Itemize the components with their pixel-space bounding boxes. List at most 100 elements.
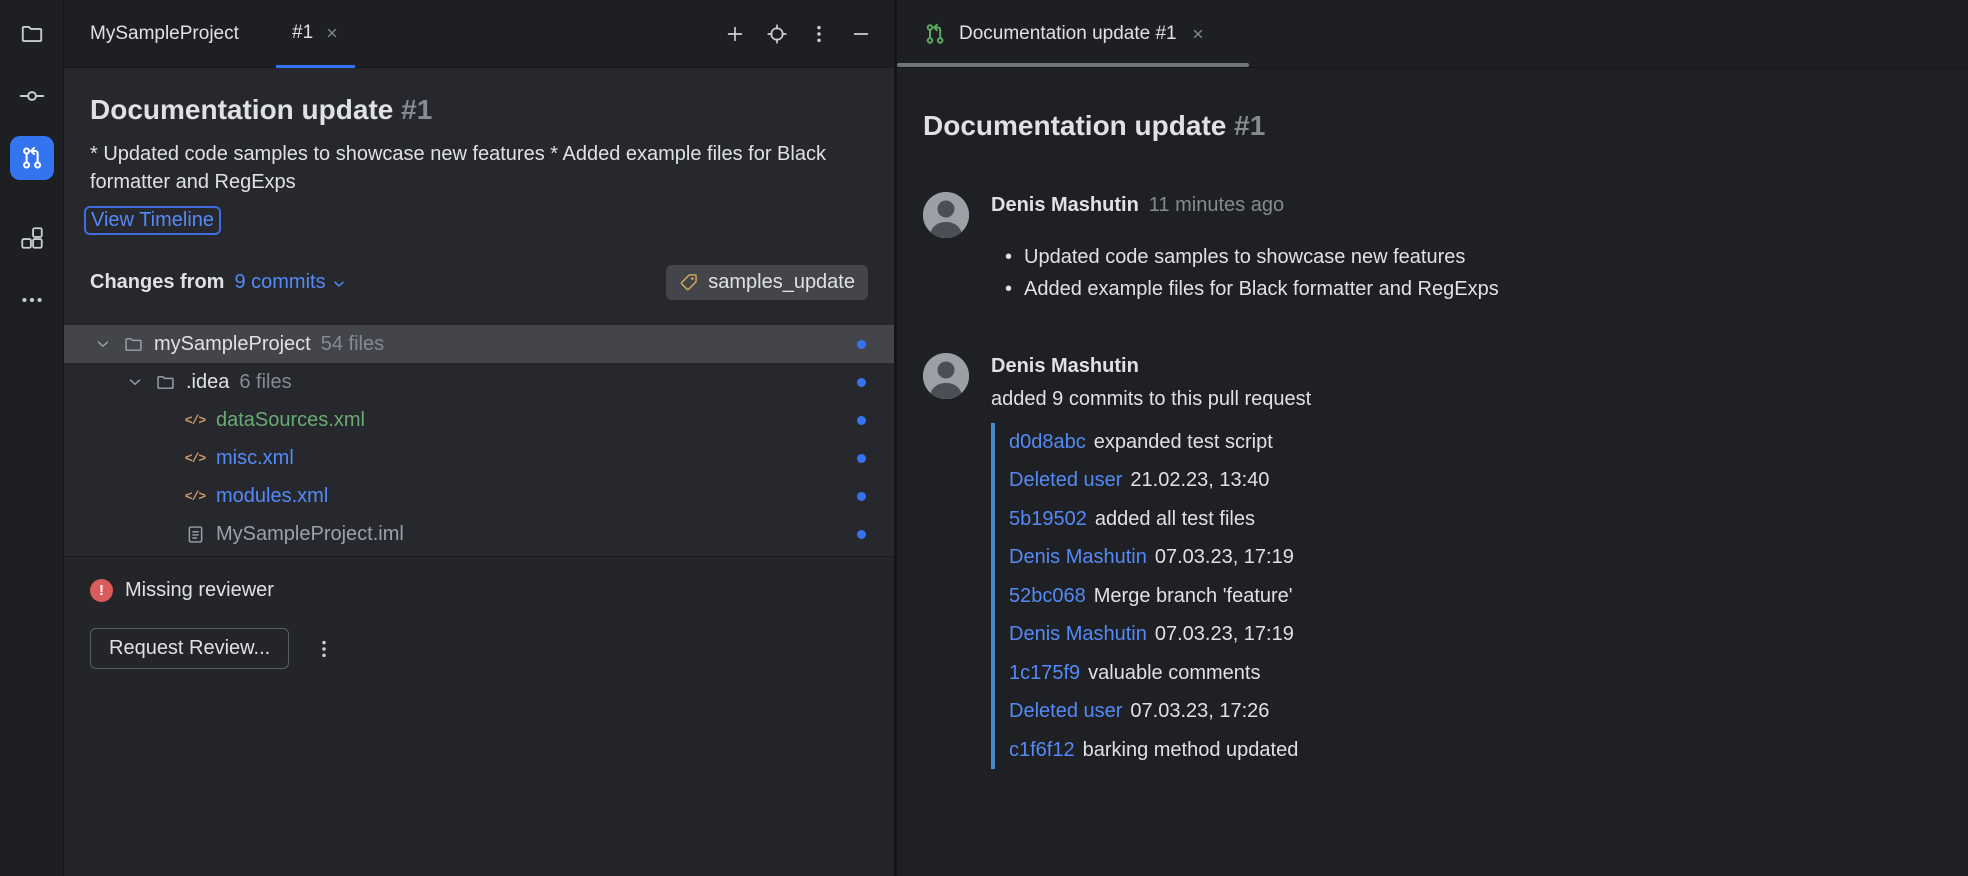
commit-author-link[interactable]: Deleted user (1009, 469, 1122, 491)
window-title: MySampleProject (90, 22, 239, 44)
tree-row[interactable]: </> misc.xml (64, 439, 894, 477)
commit-hash-link[interactable]: 1c175f9 (1009, 662, 1080, 684)
commit-date: 21.02.23, 13:40 (1130, 469, 1270, 491)
commit-list: d0d8abc expanded test script Deleted user… (991, 423, 1938, 769)
tree-row[interactable]: </> dataSources.xml (64, 401, 894, 439)
commit-entry: c1f6f12 barking method updated (1009, 731, 1938, 769)
commit-hash-link[interactable]: d0d8abc (1009, 431, 1086, 453)
post-action-text: added 9 commits to this pull request (991, 388, 1312, 410)
timeline-tab-title[interactable]: Documentation update #1 (959, 23, 1177, 45)
pull-request-panel: MySampleProject #1 Documentation update … (64, 0, 894, 876)
unviewed-dot-icon (857, 339, 866, 349)
tree-item-meta: 54 files (320, 332, 385, 355)
tree-item-label: misc.xml (216, 446, 294, 469)
target-icon[interactable] (764, 21, 790, 47)
tab-indicator (897, 63, 1249, 67)
post-head: Denis Mashutin (991, 353, 1938, 378)
commit-author-link[interactable]: Denis Mashutin (1009, 623, 1147, 645)
commit-entry: d0d8abc expanded test script Deleted user… (1009, 423, 1938, 499)
pr-title: Documentation update #1 (90, 92, 868, 128)
unviewed-dot-icon (857, 377, 866, 387)
xml-file-icon: </> (184, 488, 206, 504)
commits-dropdown[interactable]: 9 commits (234, 271, 346, 294)
commit-hash-link[interactable]: 5b19502 (1009, 508, 1087, 530)
tag-icon (679, 272, 699, 292)
post-head: Denis Mashutin 11 minutes ago (991, 192, 1938, 217)
file-icon (184, 524, 206, 545)
tree-item-label: MySampleProject.iml (216, 522, 404, 545)
commit-date: 07.03.23, 17:19 (1154, 623, 1294, 645)
request-review-button[interactable]: Request Review... (90, 628, 290, 669)
list-item: • Added example files for Black formatte… (1005, 273, 1938, 305)
timeline-post: Denis Mashutin added 9 commits to this p… (923, 353, 1938, 770)
commits-dropdown-label: 9 commits (234, 270, 326, 293)
commit-line: c1f6f12 barking method updated (1009, 731, 1938, 769)
commit-hash-link[interactable]: 52bc068 (1009, 585, 1086, 607)
bullet-text: Updated code samples to showcase new fea… (1024, 246, 1466, 268)
commit-message: valuable comments (1088, 662, 1261, 684)
tree-row[interactable]: MySampleProject.iml (64, 515, 894, 553)
commit-author-link[interactable]: Denis Mashutin (1009, 546, 1147, 568)
commit-hash-link[interactable]: c1f6f12 (1009, 739, 1075, 761)
commit-meta-line: Denis Mashutin 07.03.23, 17:19 (1009, 538, 1938, 576)
avatar (923, 192, 969, 238)
chevron-down-icon[interactable] (94, 335, 112, 353)
changes-row: Changes from 9 commits samples_update (90, 263, 868, 301)
timeline-heading: Documentation update #1 (923, 108, 1938, 144)
unviewed-dot-icon (857, 453, 866, 463)
tab-pr-1[interactable]: #1 (276, 0, 356, 68)
tree-row[interactable]: </> modules.xml (64, 477, 894, 515)
commit-line: 1c175f9 valuable comments (1009, 654, 1938, 692)
unviewed-dot-icon (857, 491, 866, 501)
timeline-panel: Documentation update #1 Documentation up… (897, 0, 1968, 876)
kebab-icon[interactable] (806, 21, 832, 47)
post-body: Denis Mashutin added 9 commits to this p… (991, 353, 1938, 770)
commit-entry: 52bc068 Merge branch 'feature' Denis Mash… (1009, 577, 1938, 653)
structure-icon[interactable] (10, 216, 54, 260)
pr-details: Documentation update #1 * Updated code s… (64, 68, 894, 556)
tree-item-meta: 6 files (239, 370, 292, 393)
pr-title-text: Documentation update (90, 94, 394, 125)
commit-line: 52bc068 Merge branch 'feature' (1009, 577, 1938, 615)
commit-meta-line: Deleted user 21.02.23, 13:40 (1009, 461, 1938, 499)
ide-window: MySampleProject #1 Documentation update … (0, 0, 1968, 876)
tree-item-label: modules.xml (216, 484, 329, 507)
commit-message: barking method updated (1082, 739, 1299, 761)
commit-entry: 1c175f9 valuable comments Deleted user 07.… (1009, 654, 1938, 730)
tab-label: #1 (292, 21, 314, 43)
minimize-icon[interactable] (848, 21, 874, 47)
close-icon[interactable] (1191, 27, 1205, 41)
changes-tree: mySampleProject 54 files .idea 6 files <… (64, 325, 894, 553)
commit-meta-line: Denis Mashutin 07.03.23, 17:19 (1009, 615, 1938, 653)
xml-file-icon: </> (184, 450, 206, 466)
timeline-tabbar: Documentation update #1 (897, 0, 1968, 68)
bullet-marker: • (1005, 246, 1013, 268)
commit-icon[interactable] (10, 74, 54, 118)
pr-description: * Updated code samples to showcase new f… (90, 143, 826, 193)
pull-request-icon (923, 22, 947, 46)
kebab-icon[interactable] (313, 638, 335, 660)
post-bullet-list: • Updated code samples to showcase new f… (991, 241, 1938, 305)
commit-author-link[interactable]: Deleted user (1009, 700, 1122, 722)
commit-date: 07.03.23, 17:19 (1154, 546, 1294, 568)
project-folder-icon[interactable] (10, 12, 54, 56)
post-author: Denis Mashutin (991, 194, 1139, 216)
changes-from-label: Changes from (90, 270, 225, 293)
branch-tag-chip[interactable]: samples_update (666, 264, 868, 300)
timeline-heading-title: Documentation update (923, 110, 1227, 141)
close-icon[interactable] (325, 26, 339, 40)
tree-row[interactable]: .idea 6 files (64, 363, 894, 401)
commit-entry: 5b19502 added all test files Denis Mashut… (1009, 500, 1938, 576)
tree-row[interactable]: mySampleProject 54 files (64, 325, 894, 363)
chevron-down-icon[interactable] (126, 373, 144, 391)
commit-message: added all test files (1094, 508, 1255, 530)
tree-item-label: dataSources.xml (216, 408, 365, 431)
commit-meta-line: Deleted user 07.03.23, 17:26 (1009, 692, 1938, 730)
more-icon[interactable] (10, 278, 54, 322)
unviewed-dot-icon (857, 415, 866, 425)
view-timeline-link[interactable]: View Timeline (84, 206, 222, 235)
pull-requests-icon[interactable] (9, 136, 54, 180)
folder-icon (122, 334, 144, 355)
plus-icon[interactable] (722, 21, 748, 47)
post-body: Denis Mashutin 11 minutes ago • Updated … (991, 192, 1938, 305)
